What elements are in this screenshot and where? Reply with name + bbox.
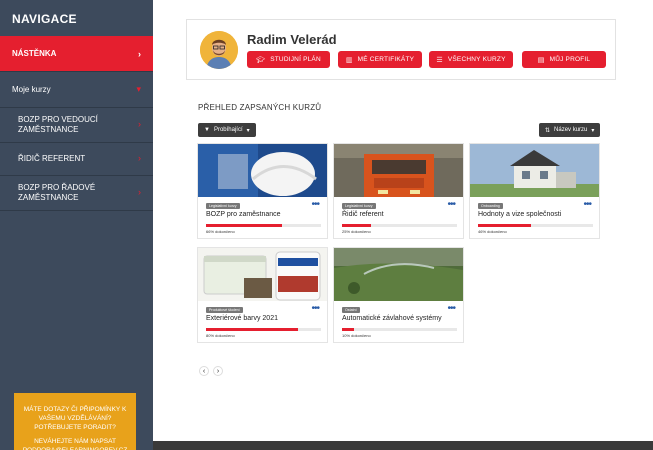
course-title[interactable]: Hodnoty a vize společnosti [478, 211, 561, 218]
sidebar-item-label: NÁSTĚNKA [12, 49, 57, 58]
button-label: MŮJ PROFIL [549, 56, 591, 63]
course-category-badge: Legislativní kurzy [342, 203, 376, 209]
id-card-icon: ▤ [537, 56, 545, 64]
status-filter-dropdown[interactable]: ▼ Probíhající ▾ [198, 123, 256, 137]
course-title[interactable]: Exteriérové barvy 2021 [206, 315, 278, 322]
course-title[interactable]: BOZP pro zaměstnance [206, 211, 281, 218]
promo-question: MÁTE DOTAZY ČI PŘIPOMÍNKY K VAŠEMU VZDĚL… [23, 406, 127, 431]
sidebar-item-bozp-radove[interactable]: BOZP PRO ŘADOVÉ ZAMĚSTNANCE › [0, 176, 153, 211]
dropdown-value: Probíhající [213, 127, 243, 133]
sidebar-item-label: ŘIDIČ REFERENT [18, 154, 86, 163]
prev-page-button[interactable]: ‹ [199, 366, 209, 376]
course-category-badge: Onboarding [478, 203, 503, 209]
progress-text: 80% dokončeno [206, 333, 235, 338]
caret-down-icon: ▾ [591, 127, 595, 134]
more-options-icon[interactable]: ••• [583, 199, 591, 210]
progress-text: 10% dokončeno [342, 333, 371, 338]
list-icon: ☰ [436, 56, 443, 64]
button-label: VŠECHNY KURZY [447, 56, 506, 63]
progress-fill [206, 224, 282, 227]
course-title[interactable]: Řidič referent [342, 211, 384, 218]
avatar [200, 31, 238, 69]
sidebar-item-label: BOZP PRO ŘADOVÉ ZAMĚSTNANCE [18, 183, 96, 202]
sort-icon: ⇅ [545, 127, 551, 134]
main-content: Radim Velerád 🎓︎ STUDIJNÍ PLÁN ▥ MÉ CERT… [153, 0, 653, 441]
progress-text: 25% dokončeno [342, 229, 371, 234]
progress-fill [206, 328, 298, 331]
sidebar-title: NAVIGACE [12, 12, 77, 26]
sort-dropdown[interactable]: ⇅ Název kurzu ▾ [539, 123, 601, 137]
more-options-icon[interactable]: ••• [311, 303, 319, 314]
more-options-icon[interactable]: ••• [311, 199, 319, 210]
sidebar-item-ridic-referent[interactable]: ŘIDIČ REFERENT › [0, 143, 153, 176]
profile-card: Radim Velerád 🎓︎ STUDIJNÍ PLÁN ▥ MÉ CERT… [186, 19, 616, 80]
next-page-button[interactable]: › [213, 366, 223, 376]
button-label: STUDIJNÍ PLÁN [270, 56, 321, 63]
chevron-down-icon: ▾ [136, 84, 141, 94]
course-card[interactable]: Legislativní kurzy ••• Řidič referent 25… [333, 143, 464, 239]
course-card[interactable]: Onboarding ••• Hodnoty a vize společnost… [469, 143, 600, 239]
chevron-right-icon: › [138, 187, 141, 198]
courses-section-title: PŘEHLED ZAPSANÝCH KURZŮ [198, 103, 322, 112]
progress-bar [342, 224, 457, 227]
progress-fill [342, 328, 354, 331]
course-category-badge: Ostatní [342, 307, 360, 313]
filter-icon: ▼ [204, 127, 210, 133]
dropdown-value: Název kurzu [554, 127, 588, 133]
sidebar-item-nastenka[interactable]: NÁSTĚNKA › [0, 36, 153, 72]
chevron-right-icon: › [138, 119, 141, 130]
user-name: Radim Velerád [247, 32, 337, 47]
button-label: MÉ CERTIFIKÁTY [357, 56, 415, 63]
my-certificates-button[interactable]: ▥ MÉ CERTIFIKÁTY [338, 51, 422, 68]
my-profile-button[interactable]: ▤ MŮJ PROFIL [522, 51, 606, 68]
course-image [198, 144, 327, 197]
progress-bar [206, 328, 321, 331]
course-image [334, 248, 463, 301]
graduation-cap-icon: 🎓︎ [256, 56, 266, 64]
sidebar-item-bozp-vedouci[interactable]: BOZP PRO VEDOUCÍ ZAMĚSTNANCE › [0, 108, 153, 143]
all-courses-button[interactable]: ☰ VŠECHNY KURZY [429, 51, 513, 68]
course-image [470, 144, 599, 197]
progress-bar [342, 328, 457, 331]
chevron-right-icon: › [216, 367, 220, 375]
course-card[interactable]: Ostatní ••• Automatické závlahové systém… [333, 247, 464, 343]
chart-icon: ▥ [345, 56, 353, 64]
course-card[interactable]: Produktové školení ••• Exteriérové barvy… [197, 247, 328, 343]
course-card[interactable]: Legislativní kurzy ••• BOZP pro zaměstna… [197, 143, 328, 239]
progress-text: 46% dokončeno [478, 229, 507, 234]
footer-bar [153, 441, 653, 450]
caret-down-icon: ▾ [246, 127, 250, 134]
progress-fill [342, 224, 371, 227]
progress-fill [478, 224, 531, 227]
chevron-left-icon: ‹ [202, 367, 206, 375]
sidebar-item-moje-kurzy[interactable]: Moje kurzy ▾ [0, 72, 153, 108]
course-category-badge: Legislativní kurzy [206, 203, 240, 209]
course-image [334, 144, 463, 197]
progress-bar [478, 224, 593, 227]
course-image [198, 248, 327, 301]
course-category-badge: Produktové školení [206, 307, 243, 313]
progress-bar [206, 224, 321, 227]
more-options-icon[interactable]: ••• [447, 303, 455, 314]
more-options-icon[interactable]: ••• [447, 199, 455, 210]
promo-contact[interactable]: NEVÁHEJTE NÁM NAPSAT PODPORA@ELEARNINGOB… [22, 438, 128, 450]
progress-text: 66% dokončeno [206, 229, 235, 234]
sidebar-item-label: BOZP PRO VEDOUCÍ ZAMĚSTNANCE [18, 115, 98, 134]
sidebar: NAVIGACE NÁSTĚNKA › Moje kurzy ▾ BOZP PR… [0, 0, 153, 450]
study-plan-button[interactable]: 🎓︎ STUDIJNÍ PLÁN [247, 51, 330, 68]
support-promo: MÁTE DOTAZY ČI PŘIPOMÍNKY K VAŠEMU VZDĚL… [14, 393, 136, 450]
chevron-right-icon: › [138, 48, 141, 59]
chevron-right-icon: › [138, 153, 141, 164]
sidebar-item-label: Moje kurzy [12, 85, 51, 94]
course-title[interactable]: Automatické závlahové systémy [342, 315, 442, 322]
